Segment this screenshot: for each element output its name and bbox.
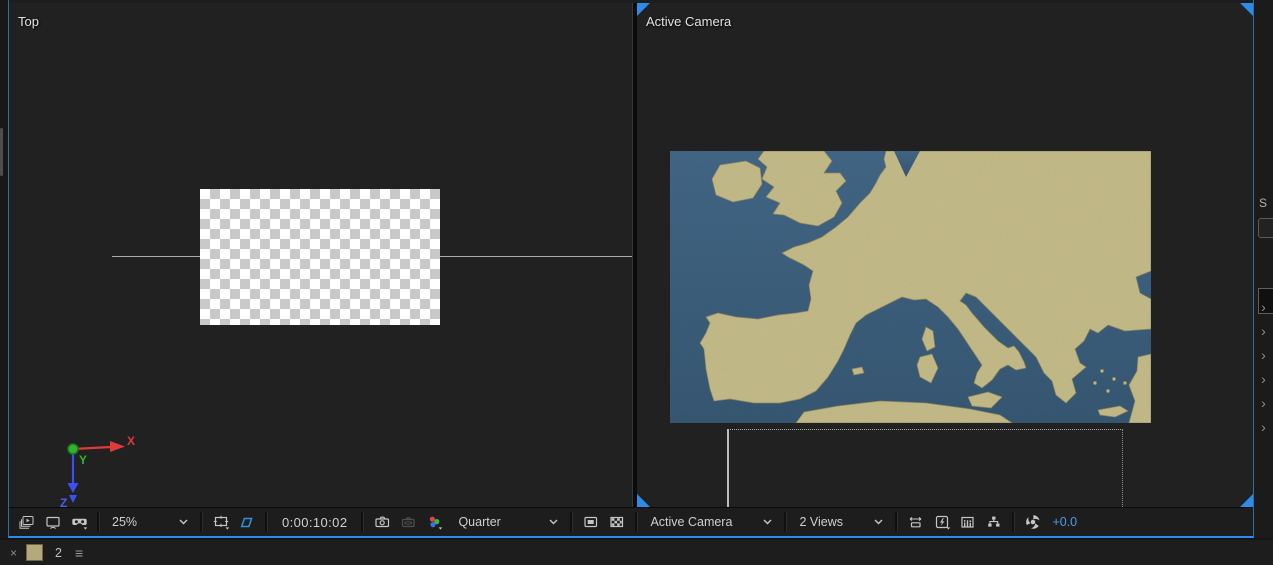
toolbar-separator — [635, 512, 639, 532]
right-panel-expanders: › › › › › › — [1254, 300, 1273, 434]
primary-viewer-icon[interactable] — [40, 510, 66, 534]
3d-view-dropdown[interactable]: Active Camera — [643, 510, 779, 534]
resolution-value: Quarter — [458, 515, 501, 529]
view-pane-active-camera[interactable]: Active Camera — [637, 3, 1253, 507]
layer-menu-icon[interactable]: ≡ — [75, 545, 83, 561]
3d-view-value: Active Camera — [650, 515, 733, 529]
snapshot-icon[interactable] — [369, 510, 395, 534]
magnification-value: 25% — [112, 515, 138, 529]
view-layout-dropdown[interactable]: 2 Views — [792, 510, 890, 534]
show-snapshot-icon[interactable] — [395, 510, 421, 534]
axis-gizmo: X Z Y — [60, 434, 135, 507]
toolbar-separator — [265, 512, 268, 532]
reset-exposure-icon[interactable] — [1020, 510, 1046, 534]
active-view-corner-icon — [1240, 494, 1253, 507]
chevron-down-icon — [179, 519, 188, 525]
close-icon[interactable]: × — [10, 546, 17, 560]
channels-icon[interactable] — [421, 510, 447, 534]
vr-view-icon[interactable] — [66, 510, 92, 534]
axis-x-label: X — [127, 434, 135, 448]
mask-visibility-icon[interactable] — [234, 510, 260, 534]
timeline-icon[interactable] — [955, 510, 981, 534]
view-label-top: Top — [18, 14, 39, 29]
europe-map-image — [670, 151, 1151, 423]
view-layout-value: 2 Views — [799, 515, 843, 529]
layer-number: 2 — [55, 545, 62, 560]
toolbar-separator — [200, 512, 203, 532]
expand-chevron-icon[interactable]: › — [1261, 348, 1266, 362]
layer-color-swatch[interactable] — [26, 544, 44, 561]
magnification-dropdown[interactable]: 25% — [105, 510, 195, 534]
left-panel-scroll-sliver[interactable] — [0, 128, 3, 176]
left-panel-edge — [0, 0, 8, 538]
expand-chevron-icon[interactable]: › — [1261, 420, 1266, 434]
timeline-layer-strip: × 2 ≡ — [0, 540, 1273, 565]
always-preview-icon[interactable] — [14, 510, 40, 534]
expand-chevron-icon[interactable]: › — [1261, 324, 1266, 338]
toolbar-separator — [1012, 512, 1016, 532]
transparency-grid-icon[interactable] — [604, 510, 630, 534]
resolution-dropdown[interactable]: Quarter — [451, 510, 565, 534]
expand-chevron-icon[interactable]: › — [1261, 300, 1266, 314]
expand-chevron-icon[interactable]: › — [1261, 372, 1266, 386]
right-panel-edge: S › › › › › › — [1254, 0, 1273, 538]
pixel-aspect-icon[interactable] — [903, 510, 929, 534]
viewer-area: Top X Z Y Active Camera — [9, 3, 1253, 507]
right-panel-partial-text: S — [1259, 196, 1268, 210]
toolbar-separator — [570, 512, 574, 532]
after-effects-composition-panel: Top X Z Y Active Camera 25% 0:00:10:02 Q… — [0, 0, 1273, 565]
viewer-toolbar: 25% 0:00:10:02 Quarter Active Camera 2 V… — [9, 507, 1253, 536]
toolbar-separator — [97, 512, 100, 532]
toolbar-separator — [784, 512, 788, 532]
expand-chevron-icon[interactable]: › — [1261, 396, 1266, 410]
flowchart-icon[interactable] — [981, 510, 1007, 534]
active-view-corner-icon — [637, 494, 650, 507]
composition-viewer: Top X Z Y Active Camera 25% 0:00:10:02 Q… — [8, 0, 1254, 538]
transparency-checkerboard — [200, 189, 440, 325]
active-view-corner-icon — [1240, 3, 1253, 16]
grid-guides-icon[interactable] — [208, 510, 234, 534]
fast-previews-icon[interactable] — [929, 510, 955, 534]
comp-boundary-outline — [727, 429, 1123, 507]
toolbar-separator — [895, 512, 899, 532]
view-label-active-camera: Active Camera — [646, 14, 732, 29]
roi-icon[interactable] — [578, 510, 604, 534]
current-time-display[interactable]: 0:00:10:02 — [273, 515, 356, 530]
axis-z-label: Z — [60, 496, 67, 507]
chevron-down-icon — [874, 519, 883, 525]
view-pane-top[interactable]: Top X Z Y — [9, 3, 632, 507]
chevron-down-icon — [549, 519, 558, 525]
exposure-value[interactable]: +0.0 — [1052, 515, 1077, 529]
toolbar-separator — [361, 512, 365, 532]
axis-y-label: Y — [79, 453, 87, 467]
chevron-down-icon — [763, 519, 772, 525]
right-panel-button-fragment[interactable] — [1258, 218, 1273, 238]
